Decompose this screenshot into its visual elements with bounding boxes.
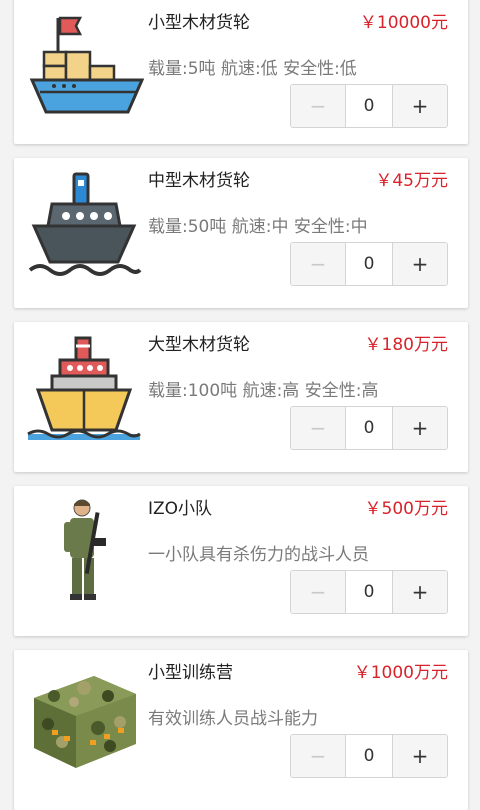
product-card: IZO小队 ￥500万元 一小队具有杀伤力的战斗人员 − + (14, 486, 468, 636)
product-price: ￥180万元 (364, 335, 448, 355)
camo-tent-icon (24, 658, 144, 778)
quantity-input[interactable] (346, 735, 392, 777)
decrement-button[interactable]: − (291, 735, 346, 777)
product-name: 小型木材货轮 (148, 13, 250, 33)
quantity-stepper: − + (290, 242, 448, 286)
quantity-stepper: − + (290, 570, 448, 614)
product-price: ￥45万元 (375, 171, 448, 191)
quantity-stepper: − + (290, 406, 448, 450)
product-description: 载量:5吨 航速:低 安全性:低 (148, 59, 357, 79)
quantity-stepper: − + (290, 734, 448, 778)
decrement-button[interactable]: − (291, 571, 346, 613)
product-price: ￥1000万元 (353, 663, 448, 683)
increment-button[interactable]: + (392, 407, 447, 449)
increment-button[interactable]: + (392, 85, 447, 127)
product-card: 小型木材货轮 ￥10000元 载量:5吨 航速:低 安全性:低 − + (14, 0, 468, 144)
product-price: ￥500万元 (364, 499, 448, 519)
product-description: 载量:100吨 航速:高 安全性:高 (148, 381, 379, 401)
quantity-input[interactable] (346, 571, 392, 613)
increment-button[interactable]: + (392, 571, 447, 613)
product-description: 载量:50吨 航速:中 安全性:中 (148, 217, 368, 237)
product-card: 中型木材货轮 ￥45万元 载量:50吨 航速:中 安全性:中 − + (14, 158, 468, 308)
decrement-button[interactable]: − (291, 85, 346, 127)
product-card: 大型木材货轮 ￥180万元 载量:100吨 航速:高 安全性:高 − + (14, 322, 468, 472)
quantity-input[interactable] (346, 407, 392, 449)
quantity-stepper: − + (290, 84, 448, 128)
decrement-button[interactable]: − (291, 407, 346, 449)
product-description: 有效训练人员战斗能力 (148, 709, 318, 729)
product-name: 大型木材货轮 (148, 335, 250, 355)
product-name: IZO小队 (148, 499, 213, 519)
product-name: 小型训练营 (148, 663, 233, 683)
small-cargo-ship-icon (24, 8, 144, 128)
decrement-button[interactable]: − (291, 243, 346, 285)
product-card: 小型训练营 ￥1000万元 有效训练人员战斗能力 − + (14, 650, 468, 810)
product-name: 中型木材货轮 (148, 171, 250, 191)
increment-button[interactable]: + (392, 243, 447, 285)
soldier-icon (24, 494, 144, 614)
product-price: ￥10000元 (359, 13, 448, 33)
increment-button[interactable]: + (392, 735, 447, 777)
large-cargo-ship-icon (24, 330, 144, 450)
quantity-input[interactable] (346, 243, 392, 285)
quantity-input[interactable] (346, 85, 392, 127)
medium-cargo-ship-icon (24, 166, 144, 286)
product-description: 一小队具有杀伤力的战斗人员 (148, 545, 369, 565)
